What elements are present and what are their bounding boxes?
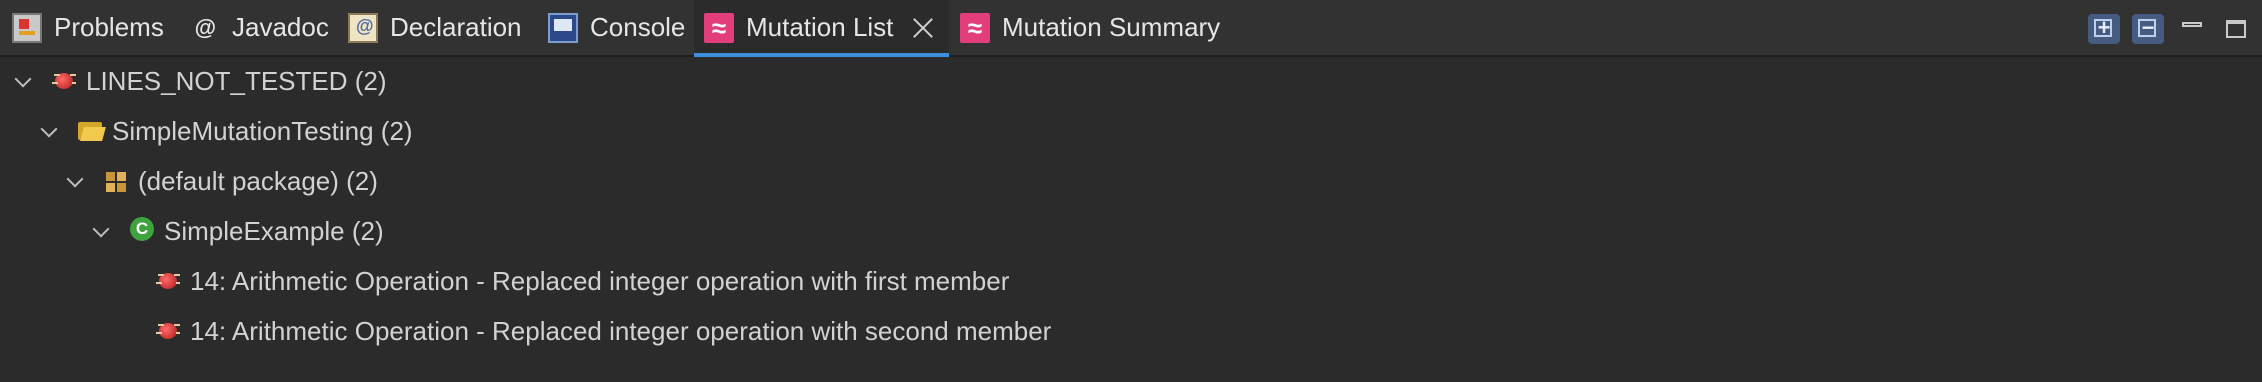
tree-item-label: 14: Arithmetic Operation - Replaced inte… bbox=[190, 315, 1052, 346]
mutation-bug-icon bbox=[154, 266, 184, 296]
tab-mutation-summary-label: Mutation Summary bbox=[1002, 12, 1221, 42]
maximize-icon[interactable] bbox=[2222, 14, 2254, 44]
minimize-icon[interactable] bbox=[2178, 14, 2210, 44]
tree-item-project[interactable]: SimpleMutationTesting (2) bbox=[40, 106, 413, 156]
collapse-all-icon[interactable] bbox=[2132, 14, 2164, 44]
chevron-down-icon[interactable] bbox=[66, 173, 82, 189]
tab-console[interactable]: Console bbox=[548, 0, 685, 55]
tree-item-label: SimpleExample (2) bbox=[164, 215, 384, 246]
tab-declaration-label: Declaration bbox=[390, 12, 522, 42]
tree-item-package[interactable]: (default package) (2) bbox=[66, 156, 378, 206]
tab-javadoc[interactable]: @ Javadoc bbox=[190, 0, 329, 55]
close-icon[interactable] bbox=[911, 16, 935, 40]
package-icon bbox=[102, 166, 132, 196]
expand-all-icon[interactable] bbox=[2088, 14, 2120, 44]
tree-item-label: 14: Arithmetic Operation - Replaced inte… bbox=[190, 265, 1010, 296]
tree-item-class[interactable]: SimpleExample (2) bbox=[92, 206, 384, 256]
mutation-bug-icon bbox=[50, 66, 80, 96]
tab-mutation-list[interactable]: ≈ Mutation List bbox=[694, 0, 949, 57]
mutation-icon: ≈ bbox=[704, 12, 734, 43]
tab-declaration[interactable]: Declaration bbox=[348, 0, 522, 55]
chevron-down-icon[interactable] bbox=[92, 223, 108, 239]
tab-problems[interactable]: Problems bbox=[12, 0, 164, 55]
tree-item-mutation[interactable]: 14: Arithmetic Operation - Replaced inte… bbox=[154, 306, 1051, 356]
console-icon bbox=[548, 12, 578, 43]
mutation-icon: ≈ bbox=[960, 12, 990, 43]
tree-item-lines-not-tested[interactable]: LINES_NOT_TESTED (2) bbox=[14, 56, 387, 106]
view-tab-bar: Problems @ Javadoc Declaration Console ≈… bbox=[0, 0, 2262, 57]
tab-mutation-list-label: Mutation List bbox=[746, 12, 894, 42]
problems-icon bbox=[12, 12, 42, 43]
chevron-down-icon[interactable] bbox=[14, 73, 30, 89]
tree-item-label: LINES_NOT_TESTED (2) bbox=[86, 65, 387, 96]
chevron-down-icon[interactable] bbox=[40, 123, 56, 139]
tree-item-mutation[interactable]: 14: Arithmetic Operation - Replaced inte… bbox=[154, 256, 1009, 306]
tree-item-label: SimpleMutationTesting (2) bbox=[112, 115, 413, 146]
tab-javadoc-label: Javadoc bbox=[232, 12, 329, 42]
tab-mutation-summary[interactable]: ≈ Mutation Summary bbox=[960, 0, 1220, 55]
tab-console-label: Console bbox=[590, 12, 686, 42]
javadoc-icon: @ bbox=[194, 14, 216, 40]
project-folder-icon bbox=[76, 116, 106, 146]
tab-problems-label: Problems bbox=[54, 12, 164, 42]
mutation-bug-icon bbox=[154, 316, 184, 346]
declaration-icon bbox=[348, 12, 378, 43]
tree-item-label: (default package) (2) bbox=[138, 165, 378, 196]
class-icon bbox=[128, 216, 158, 246]
